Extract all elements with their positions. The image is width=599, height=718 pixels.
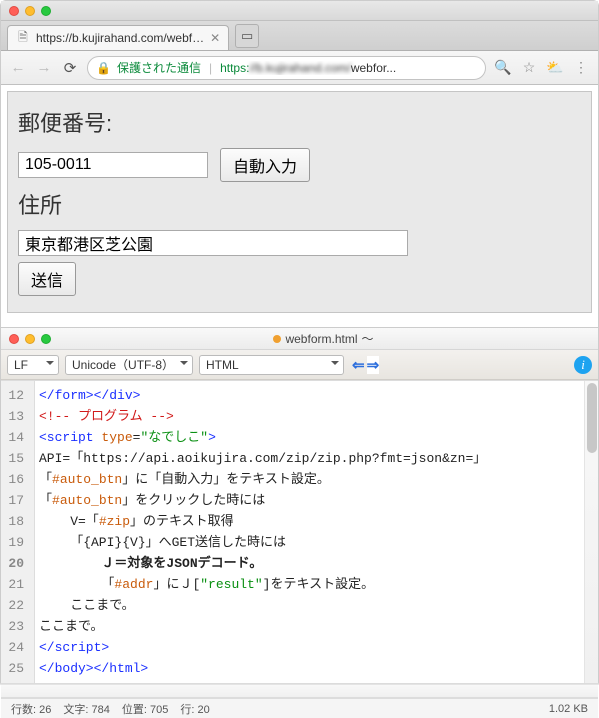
editor-close-icon[interactable] <box>9 334 19 344</box>
editor-window: webform.html 〜 LF Unicode（UTF-8） HTML ⇐ … <box>1 327 598 718</box>
editor-minimize-icon[interactable] <box>25 334 35 344</box>
outdent-icon[interactable]: ⇐ <box>352 356 365 374</box>
star-icon[interactable]: ☆ <box>520 59 538 76</box>
zip-label: 郵便番号: <box>18 106 581 138</box>
address-input[interactable] <box>18 230 408 256</box>
indent-icon[interactable]: ⇒ <box>367 356 380 374</box>
tab-title: https://b.kujirahand.com/webf… <box>36 31 204 45</box>
zoom-icon[interactable]: 🔍 <box>494 59 512 76</box>
editor-maximize-icon[interactable] <box>41 334 51 344</box>
reload-icon[interactable]: ⟳ <box>61 59 79 77</box>
separator: | <box>209 61 212 75</box>
editor-filename: webform.html <box>285 332 357 346</box>
editor-titlebar: webform.html 〜 <box>1 328 598 350</box>
status-chars: 文字: 784 <box>63 701 109 717</box>
close-window-icon[interactable] <box>9 6 19 16</box>
file-modified-icon <box>273 335 281 343</box>
editor-toolbar: LF Unicode（UTF-8） HTML ⇐ ⇒ i <box>1 350 598 380</box>
scrollbar-thumb[interactable] <box>587 383 597 453</box>
new-tab-button[interactable]: ▭ <box>235 24 259 48</box>
lock-icon: 🔒 <box>96 61 111 75</box>
line-number-gutter: 1213141516171819202122232425 <box>1 381 35 683</box>
address-label: 住所 <box>18 188 581 220</box>
status-filesize: 1.02 KB <box>549 703 588 715</box>
browser-titlebar <box>1 1 598 21</box>
code-editor[interactable]: 1213141516171819202122232425 </form></di… <box>1 380 598 684</box>
language-select[interactable]: HTML <box>199 355 344 375</box>
submit-button[interactable]: 送信 <box>18 262 76 296</box>
status-pos: 位置: 705 <box>122 701 168 717</box>
maximize-window-icon[interactable] <box>41 6 51 16</box>
cloud-icon[interactable]: ⛅ <box>546 59 564 76</box>
url-text: https://b.kujirahand.com/webfor... <box>220 61 477 75</box>
window-traffic-lights <box>9 6 51 16</box>
editor-title: webform.html 〜 <box>57 330 590 347</box>
web-page: 郵便番号: 自動入力 住所 送信 <box>7 91 592 313</box>
secure-label: 保護された通信 <box>117 59 201 76</box>
browser-toolbar: ← → ⟳ 🔒 保護された通信 | https://b.kujirahand.c… <box>1 51 598 85</box>
zip-input[interactable] <box>18 152 208 178</box>
line-ending-select[interactable]: LF <box>7 355 59 375</box>
editor-title-suffix: 〜 <box>362 330 374 347</box>
code-content[interactable]: </form></div><!-- プログラム --><script type=… <box>35 381 598 683</box>
status-row: 行: 20 <box>180 701 209 717</box>
forward-icon[interactable]: → <box>35 59 53 76</box>
menu-icon[interactable]: ⋮ <box>572 59 590 76</box>
minimize-window-icon[interactable] <box>25 6 35 16</box>
browser-tab[interactable]: 🗎 https://b.kujirahand.com/webf… ✕ <box>7 25 229 50</box>
browser-tab-strip: 🗎 https://b.kujirahand.com/webf… ✕ ▭ <box>1 21 598 51</box>
status-lines: 行数: 26 <box>11 701 51 717</box>
tab-close-icon[interactable]: ✕ <box>210 31 220 45</box>
back-icon[interactable]: ← <box>9 59 27 76</box>
charset-select[interactable]: Unicode（UTF-8） <box>65 355 193 375</box>
address-bar[interactable]: 🔒 保護された通信 | https://b.kujirahand.com/web… <box>87 56 486 80</box>
editor-statusbar: 行数: 26 文字: 784 位置: 705 行: 20 1.02 KB <box>1 698 598 718</box>
info-icon[interactable]: i <box>574 356 592 374</box>
page-icon: 🗎 <box>16 31 30 45</box>
scrollbar-horizontal[interactable] <box>1 684 598 698</box>
auto-fill-button[interactable]: 自動入力 <box>220 148 310 182</box>
scrollbar-vertical[interactable] <box>584 381 598 683</box>
editor-traffic-lights <box>9 334 51 344</box>
